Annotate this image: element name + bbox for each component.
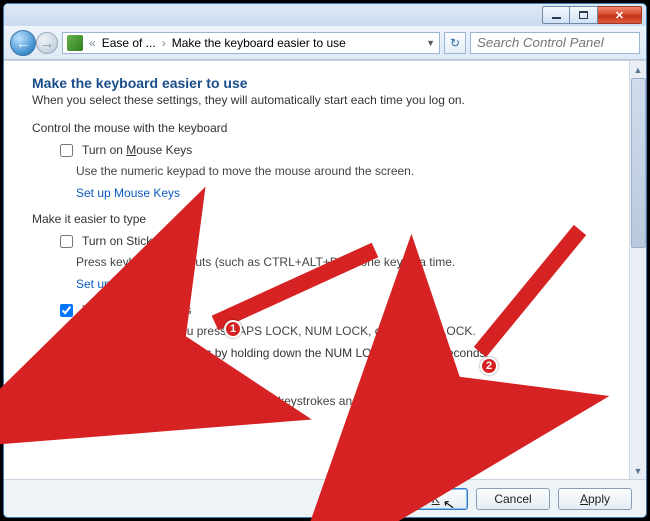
sticky-keys-checkbox-row[interactable]: Turn on Sticky Keys	[56, 234, 605, 251]
filter-keys-checkbox-row[interactable]: Turn on Filter Keys	[56, 373, 605, 390]
page-title: Make the keyboard easier to use	[32, 75, 605, 91]
control-panel-icon	[67, 35, 83, 51]
setup-filter-keys-link[interactable]: Set up Filter Keys	[76, 416, 605, 430]
page-description: When you select these settings, they wil…	[32, 93, 605, 107]
close-icon: ✕	[615, 9, 624, 22]
content-pane: Make the keyboard easier to use When you…	[4, 61, 629, 479]
ok-button[interactable]: OK ↖	[394, 488, 468, 510]
nav-forward-button[interactable]: →	[36, 32, 58, 54]
nav-back-button[interactable]: ←	[10, 30, 36, 56]
filter-keys-checkbox[interactable]	[60, 374, 73, 387]
toggle-keys-checkbox-row[interactable]: Turn on Toggle Keys	[56, 303, 605, 320]
filter-keys-label: Turn on Filter Keys	[82, 373, 183, 387]
toggle-keys-label: Turn on Toggle Keys	[82, 303, 191, 317]
scroll-down-icon[interactable]: ▼	[630, 462, 646, 479]
breadcrumb-segment[interactable]: Ease of ...	[102, 36, 156, 50]
mouse-keys-checkbox-row[interactable]: Turn on Mouse Keys	[56, 143, 605, 160]
sticky-keys-label: Turn on Sticky Keys	[82, 234, 188, 248]
search-input[interactable]	[470, 32, 640, 54]
refresh-button[interactable]: ↻	[444, 32, 466, 54]
sticky-keys-description: Press keyboard shortcuts (such as CTRL+A…	[76, 255, 605, 269]
address-dropdown-icon[interactable]: ▼	[426, 38, 435, 48]
control-panel-window: ✕ ← → « Ease of ... › Make the keyboard …	[3, 3, 647, 518]
setup-mouse-keys-link[interactable]: Set up Mouse Keys	[76, 186, 605, 200]
breadcrumb-segment[interactable]: Make the keyboard easier to use	[172, 36, 346, 50]
setup-sticky-keys-link[interactable]: Set up Sticky Keys	[76, 277, 605, 291]
mouse-cursor-icon: ↖	[442, 495, 457, 514]
toggle-keys-checkbox[interactable]	[60, 304, 73, 317]
explorer-navbar: ← → « Ease of ... › Make the keyboard ea…	[4, 26, 646, 60]
toggle-keys-numlock-checkbox[interactable]	[80, 347, 93, 360]
group-heading-type: Make it easier to type	[32, 212, 605, 226]
filter-keys-description: Ignore or slow down brief or repeated ke…	[76, 394, 605, 408]
arrow-left-icon: ←	[16, 35, 30, 51]
window-close-button[interactable]: ✕	[598, 6, 642, 24]
apply-button[interactable]: Apply	[558, 488, 632, 510]
toggle-keys-numlock-label: Turn on Toggle Keys by holding down the …	[102, 346, 486, 360]
vertical-scrollbar[interactable]: ▲ ▼	[629, 61, 646, 479]
toggle-keys-numlock-checkbox-row[interactable]: Turn on Toggle Keys by holding down the …	[76, 346, 605, 363]
scrollbar-thumb[interactable]	[631, 78, 646, 248]
scroll-up-icon[interactable]: ▲	[630, 61, 646, 78]
cancel-button[interactable]: Cancel	[476, 488, 550, 510]
refresh-icon: ↻	[450, 36, 460, 50]
arrow-right-icon: →	[40, 35, 54, 51]
breadcrumb-chevron-icon: ›	[162, 36, 166, 50]
dialog-footer: OK ↖ Cancel Apply	[4, 479, 646, 517]
group-heading-mouse: Control the mouse with the keyboard	[32, 121, 605, 135]
mouse-keys-description: Use the numeric keypad to move the mouse…	[76, 164, 605, 178]
window-maximize-button[interactable]	[570, 6, 598, 24]
breadcrumb-chevron-icon: «	[89, 36, 96, 50]
mouse-keys-checkbox[interactable]	[60, 144, 73, 157]
toggle-keys-description: Hear a tone when you press CAPS LOCK, NU…	[76, 324, 605, 338]
sticky-keys-checkbox[interactable]	[60, 235, 73, 248]
mouse-keys-label: Turn on Mouse Keys	[82, 143, 192, 157]
address-bar[interactable]: « Ease of ... › Make the keyboard easier…	[62, 32, 440, 54]
window-minimize-button[interactable]	[542, 6, 570, 24]
